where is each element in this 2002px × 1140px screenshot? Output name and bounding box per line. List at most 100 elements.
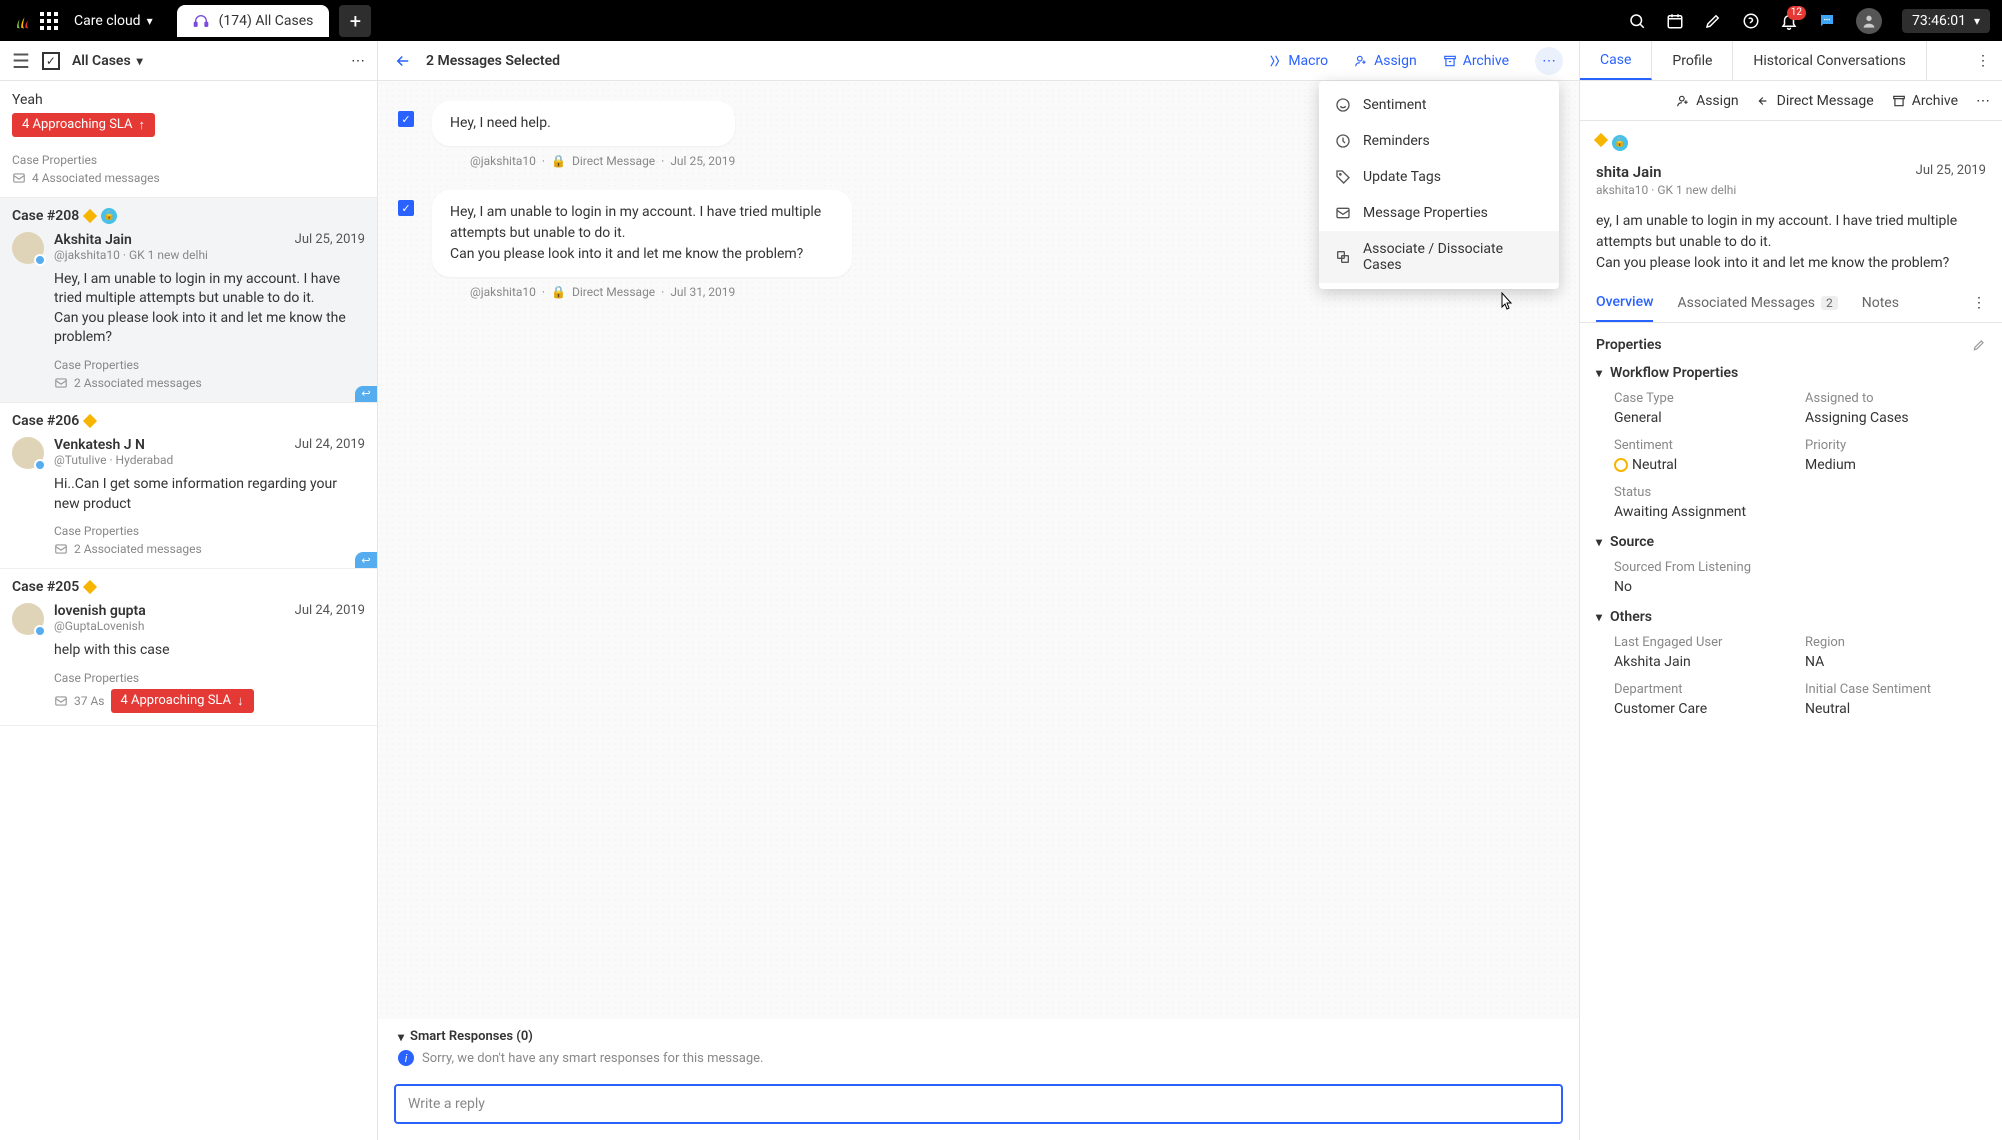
case-item[interactable]: Case #205 lovenish gupta @GuptaLovenish … <box>0 569 377 726</box>
apps-grid-icon[interactable] <box>40 12 58 30</box>
help-icon[interactable] <box>1742 12 1760 30</box>
channel-dot-icon <box>34 254 46 266</box>
case-properties-link[interactable]: Case Properties <box>54 358 365 372</box>
group-header[interactable]: ▾Workflow Properties <box>1596 365 1986 381</box>
group-header[interactable]: ▾Source <box>1596 534 1986 550</box>
case-text: Hi..Can I get some information regarding… <box>54 475 365 514</box>
case-author: Akshita Jain <box>54 232 208 248</box>
sla-badge: 4 Approaching SLA↑ <box>12 113 155 137</box>
edit-icon[interactable] <box>1972 338 1986 352</box>
source-group: ▾Source Sourced From Listening No <box>1596 534 1986 595</box>
smart-responses: ▾ Smart Responses (0) i Sorry, we don't … <box>378 1019 1579 1076</box>
case-properties-link[interactable]: Case Properties <box>54 671 365 685</box>
more-icon[interactable]: ⋮ <box>1964 53 2002 69</box>
reply-input[interactable]: Write a reply <box>394 1084 1563 1124</box>
headset-icon <box>193 13 209 29</box>
prop-value: Medium <box>1805 457 1986 473</box>
more-icon[interactable]: ⋯ <box>351 53 365 69</box>
properties-header: Properties <box>1596 337 1986 353</box>
notifications-icon[interactable]: 12 <box>1780 12 1798 30</box>
lock-icon: 🔒 <box>1612 135 1628 151</box>
prop-label: Sentiment <box>1614 438 1795 453</box>
cases-title[interactable]: All Cases ▾ <box>72 53 143 69</box>
subtab-notes[interactable]: Notes <box>1862 285 1899 321</box>
envelope-icon <box>1335 205 1351 221</box>
link-icon <box>1335 249 1351 265</box>
dropdown-reminders[interactable]: Reminders <box>1319 123 1559 159</box>
assign-button[interactable]: Assign <box>1354 53 1417 69</box>
lock-icon: 🔒 <box>551 154 566 168</box>
case-assoc: 2 Associated messages <box>54 376 365 390</box>
detail-body[interactable]: 🔒 shita Jain akshita10 · GK 1 new delhi … <box>1580 121 2002 1140</box>
archive-button[interactable]: Archive <box>1892 93 1958 109</box>
prop-label: Sourced From Listening <box>1596 560 1986 575</box>
main: ☰ ✓ All Cases ▾ ⋯ Yeah 4 Approaching SLA… <box>0 41 2002 1140</box>
prop-value: Customer Care <box>1614 701 1795 717</box>
messages-column: 2 Messages Selected Macro Assign Archive… <box>378 41 1580 1140</box>
more-actions-button[interactable]: ⋯ <box>1535 47 1563 75</box>
dropdown-message-properties[interactable]: Message Properties <box>1319 195 1559 231</box>
dropdown-sentiment[interactable]: Sentiment <box>1319 87 1559 123</box>
search-icon[interactable] <box>1628 12 1646 30</box>
clock-icon <box>1335 133 1351 149</box>
prop-label: Priority <box>1805 438 1986 453</box>
more-icon[interactable]: ⋯ <box>1976 93 1990 109</box>
prop-value: No <box>1596 579 1986 595</box>
archive-button[interactable]: Archive <box>1443 53 1509 69</box>
case-item[interactable]: Yeah 4 Approaching SLA↑ Case Properties … <box>0 81 377 198</box>
subtab-overview[interactable]: Overview <box>1596 284 1653 322</box>
case-assoc: 37 As 4 Approaching SLA↓ <box>54 689 365 713</box>
case-item[interactable]: Case #206 Venkatesh J N @Tutulive · Hyde… <box>0 403 377 569</box>
direct-message-button[interactable]: Direct Message <box>1757 93 1874 109</box>
lock-icon: 🔒 <box>551 285 566 299</box>
case-item[interactable]: Case #208🔒 Akshita Jain @jakshita10 · GK… <box>0 198 377 403</box>
workspace-selector[interactable]: Care cloud ▾ <box>74 13 153 29</box>
messages-title: 2 Messages Selected <box>426 53 560 69</box>
case-text: help with this case <box>54 641 365 661</box>
tab-area: (174) All Cases + <box>177 5 372 37</box>
topbar-right: 12 73:46:01 ▾ <box>1628 8 1990 34</box>
message-checkbox[interactable]: ✓ <box>398 200 414 216</box>
detail-column: Case Profile Historical Conversations ⋮ … <box>1580 41 2002 1140</box>
case-date: Jul 25, 2019 <box>295 232 365 247</box>
more-icon[interactable]: ⋮ <box>1972 295 1986 311</box>
message-checkbox[interactable]: ✓ <box>398 111 414 127</box>
assign-button[interactable]: Assign <box>1676 93 1739 109</box>
smart-responses-header[interactable]: ▾ Smart Responses (0) <box>398 1029 1559 1044</box>
case-properties-link[interactable]: Case Properties <box>12 153 365 167</box>
user-avatar[interactable] <box>1856 8 1882 34</box>
group-header[interactable]: ▾Others <box>1596 609 1986 625</box>
case-assoc: 2 Associated messages <box>54 542 365 556</box>
macro-button[interactable]: Macro <box>1268 53 1328 69</box>
case-handle: @Tutulive · Hyderabad <box>54 453 173 467</box>
info-icon: i <box>398 1050 414 1066</box>
messages-header: 2 Messages Selected Macro Assign Archive… <box>378 41 1579 81</box>
add-tab-button[interactable]: + <box>339 5 371 37</box>
dropdown-update-tags[interactable]: Update Tags <box>1319 159 1559 195</box>
timer[interactable]: 73:46:01 ▾ <box>1902 9 1990 33</box>
channel-dot-icon <box>34 625 46 637</box>
subtab-associated-messages[interactable]: Associated Messages 2 <box>1677 285 1837 321</box>
back-button[interactable] <box>394 52 412 70</box>
notif-badge: 12 <box>1787 6 1806 20</box>
select-all-checkbox[interactable]: ✓ <box>42 52 60 70</box>
prop-value: Assigning Cases <box>1805 410 1986 426</box>
case-properties-link[interactable]: Case Properties <box>54 524 365 538</box>
edit-icon[interactable] <box>1704 12 1722 30</box>
detail-summary: 🔒 shita Jain akshita10 · GK 1 new delhi … <box>1580 121 2002 284</box>
tab-historical[interactable]: Historical Conversations <box>1733 41 1926 80</box>
case-number: Case #206 <box>12 413 365 429</box>
dropdown-associate-cases[interactable]: Associate / Dissociate Cases <box>1319 231 1559 283</box>
menu-icon[interactable]: ☰ <box>12 49 30 73</box>
case-text: Hey, I am unable to login in my account.… <box>54 270 365 348</box>
tab-profile[interactable]: Profile <box>1652 41 1733 80</box>
tab-all-cases[interactable]: (174) All Cases <box>177 5 330 37</box>
chat-icon[interactable] <box>1818 12 1836 30</box>
detail-date: Jul 25, 2019 <box>1916 163 1986 178</box>
sentiment-dot-icon <box>1614 458 1628 472</box>
case-list[interactable]: Yeah 4 Approaching SLA↑ Case Properties … <box>0 81 377 1140</box>
tab-case[interactable]: Case <box>1580 41 1652 80</box>
priority-diamond-icon <box>83 209 97 223</box>
cases-header: ☰ ✓ All Cases ▾ ⋯ <box>0 41 377 81</box>
calendar-icon[interactable] <box>1666 12 1684 30</box>
